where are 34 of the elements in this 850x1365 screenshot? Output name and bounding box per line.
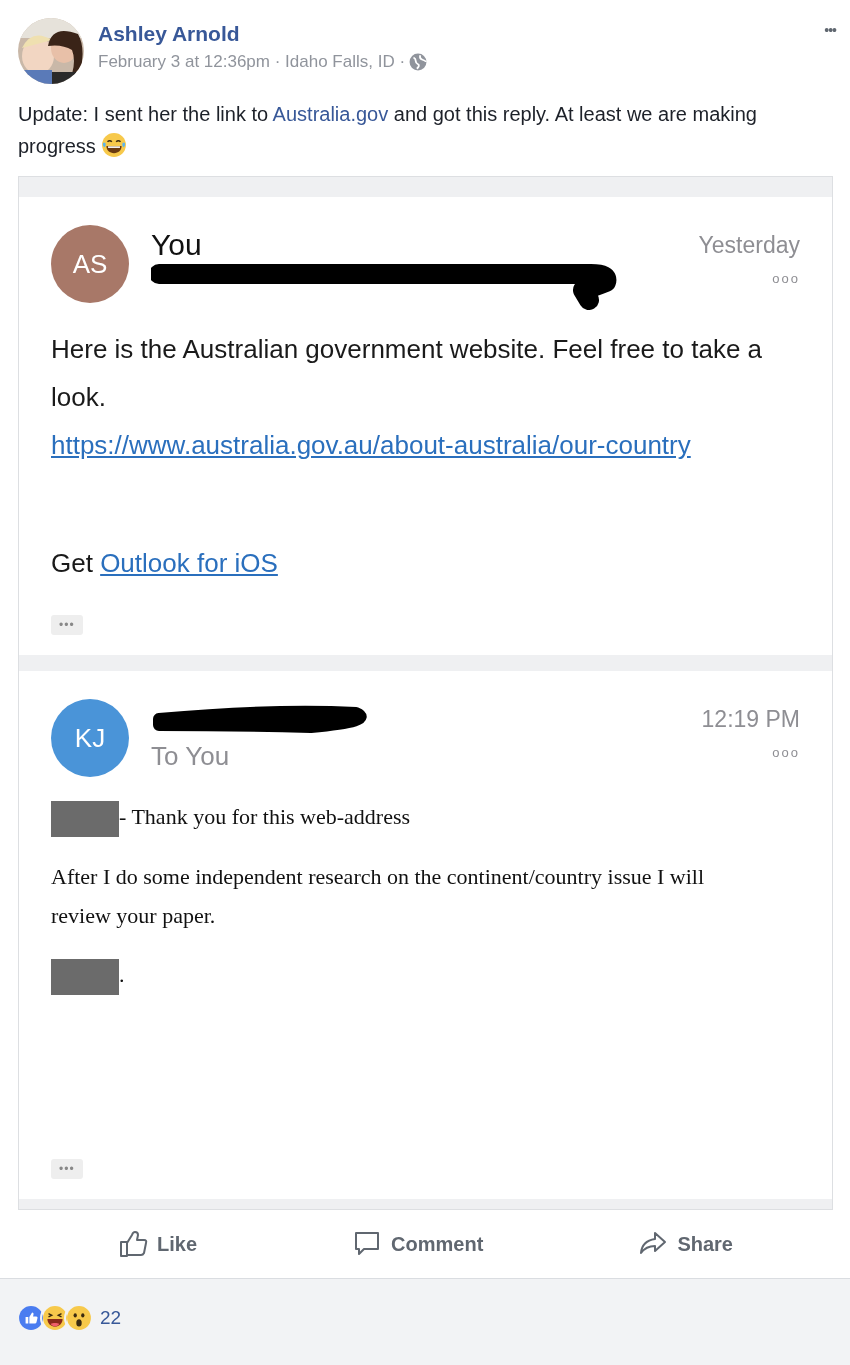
redaction-block xyxy=(51,958,119,995)
email-text: Here is the Australian government website. Feel free to take a look. xyxy=(51,334,763,412)
sender-name: You xyxy=(151,227,203,263)
link[interactable]: Australia.gov xyxy=(272,103,389,125)
globe-icon xyxy=(409,53,428,71)
surprised-reaction-icon[interactable] xyxy=(66,1305,92,1331)
email-text: - Thank you for this web-address xyxy=(119,804,411,829)
expand-button[interactable]: ••• xyxy=(51,1159,83,1179)
comment-button[interactable]: Comment xyxy=(341,1222,494,1266)
link[interactable]: Outlook for iOS xyxy=(100,548,278,578)
post-text: Update: I sent her the link to Australia.gov and got this reply. At least we are making progress xyxy=(18,102,758,160)
link[interactable]: https://www.australia.gov.au/about-australia/our-country xyxy=(51,430,691,460)
recipient-line: To You xyxy=(151,740,231,773)
more-options-button[interactable]: ooo xyxy=(772,271,800,286)
thumbs-up-icon xyxy=(117,1228,149,1260)
laughing-reaction-icon[interactable] xyxy=(42,1305,68,1331)
avatar: KJ xyxy=(51,699,129,777)
more-options-button[interactable]: ooo xyxy=(772,745,800,760)
email-time: 12:19 PM xyxy=(701,705,800,734)
post-meta: February 3 at 12:36pm · Idaho Falls, ID · xyxy=(98,52,406,72)
expand-button[interactable]: ••• xyxy=(51,615,83,635)
reaction-count[interactable]: 22 xyxy=(100,1307,122,1329)
author-name[interactable]: Ashley Arnold xyxy=(98,22,240,46)
like-button[interactable]: Like xyxy=(107,1222,208,1266)
email-text: After I do some independent research on the continent/country issue I will review your paper. xyxy=(51,863,705,928)
like-reaction-icon[interactable] xyxy=(18,1305,44,1331)
share-button[interactable]: Share xyxy=(627,1222,743,1266)
email-text: . xyxy=(119,961,125,987)
email-time: Yesterday xyxy=(698,231,800,260)
redaction-block xyxy=(51,800,119,837)
email-text: Get xyxy=(51,548,94,578)
laughing-emoji-icon xyxy=(101,132,128,158)
more-options-button[interactable]: ••• xyxy=(824,22,836,38)
avatar: AS xyxy=(51,225,129,303)
